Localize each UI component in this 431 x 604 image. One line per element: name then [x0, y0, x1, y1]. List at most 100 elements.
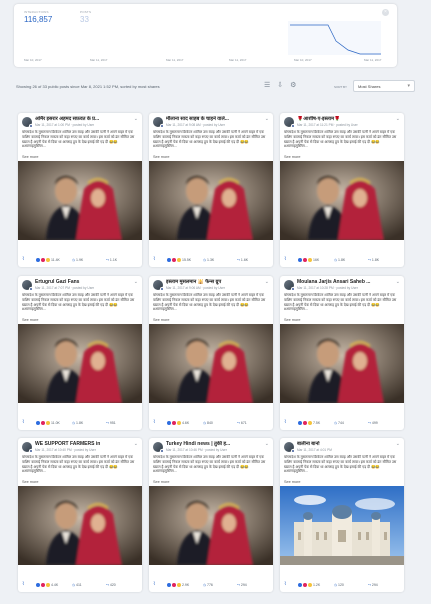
see-more-link[interactable]: See more	[153, 155, 169, 159]
trend-chart-icon: ⌇	[284, 581, 287, 587]
post-photo[interactable]	[18, 486, 142, 565]
verified-badge-icon	[160, 124, 164, 128]
page-name-link[interactable]: Turkey Hindi news | तुर्की ह...	[166, 441, 260, 447]
chevron-down-icon[interactable]: ⌄	[134, 279, 138, 285]
reactions-value: 15.5K	[182, 258, 192, 262]
posts-label: POSTS	[80, 10, 92, 14]
settings-icon[interactable]: ⚙	[290, 82, 296, 90]
post-timestamp: Mar 11, 2017 at 9:06 AM · posted by User	[166, 286, 225, 290]
shares-count: ↪ 294	[368, 583, 378, 587]
post-photo[interactable]	[280, 324, 404, 403]
post-photo[interactable]	[280, 161, 404, 240]
chevron-down-icon[interactable]: ⌄	[396, 441, 400, 447]
trend-chart-icon: ⌇	[284, 419, 287, 425]
post-timestamp: Mar 11, 2017 at 10:28 PM · posted by Use…	[297, 286, 358, 290]
page-name-link[interactable]: Ertugrul Gazi Fans	[35, 279, 129, 285]
post-card[interactable]: बालीना बानो Mar 11, 2017 at 4:01 PM ⌄ बा…	[280, 438, 404, 592]
trend-chart-icon: ⌇	[153, 581, 156, 587]
see-more-link[interactable]: See more	[22, 155, 38, 159]
summary-panel: INTERACTIONS 116,857 POSTS 33 × Mar 10, …	[14, 4, 397, 67]
post-photo[interactable]	[18, 324, 142, 403]
post-text: बांग्लादेश के मुसलमान क्रिकेटर शामिल उस …	[153, 455, 266, 474]
post-card[interactable]: 🌹आशीष-ए-इस्लाम🌹 Mar 11, 2017 at 11:21 PM…	[280, 113, 404, 267]
post-card[interactable]: ओमैर इसरार अहमद सफ़वत के प्र... Mar 11, …	[18, 113, 142, 267]
chevron-down-icon[interactable]: ⌄	[396, 279, 400, 285]
comments-value: 120	[338, 583, 344, 587]
verified-badge-icon	[160, 287, 164, 291]
chevron-down-icon[interactable]: ⌄	[265, 116, 269, 122]
download-icon[interactable]: ⇩	[277, 82, 283, 90]
reactions-count: 4.4K	[36, 583, 58, 587]
axis-date: Mar 10, 2017	[24, 58, 42, 62]
chevron-down-icon[interactable]: ⌄	[265, 279, 269, 285]
comments-count: ◷ 1.8K	[72, 421, 83, 425]
post-photo[interactable]	[149, 486, 273, 565]
chevron-down-icon[interactable]: ⌄	[134, 441, 138, 447]
page-name-link[interactable]: इस्लाम मुसलमान 🕌 फैन्स ग्रुप	[166, 279, 260, 285]
post-stats: ⌇ 16K ◷ 1.8K ↪ 1.8K	[284, 256, 400, 264]
like-reaction-icon	[36, 421, 40, 425]
shares-count: ↪ 1.8K	[368, 258, 379, 262]
chevron-down-icon[interactable]: ⌄	[134, 116, 138, 122]
axis-date: Mar 11, 2017	[90, 58, 108, 62]
see-more-link[interactable]: See more	[22, 480, 38, 484]
post-photo[interactable]	[149, 161, 273, 240]
sort-by-label: SORT BY	[334, 85, 348, 89]
page-name-link[interactable]: Moulana Jarjis Ansari Saheb ...	[297, 279, 391, 285]
post-text: बांग्लादेश के मुसलमान क्रिकेटर शामिल उस …	[22, 293, 135, 312]
shares-value: 951	[109, 421, 116, 425]
post-text: बांग्लादेश के मुसलमान क्रिकेटर शामिल उस …	[22, 455, 135, 474]
haha-reaction-icon	[308, 421, 312, 425]
sort-select[interactable]: Most Shares ▾	[353, 80, 415, 92]
axis-date: Mar 11, 2017	[229, 58, 247, 62]
comments-count: ◷ 1.8K	[334, 258, 345, 262]
post-card[interactable]: इस्लाम मुसलमान 🕌 फैन्स ग्रुप Mar 11, 201…	[149, 276, 273, 430]
trend-chart-icon: ⌇	[22, 419, 25, 425]
page-name-link[interactable]: मौलाना साद साहब के चाहने वाले...	[166, 116, 260, 122]
chevron-down-icon[interactable]: ⌄	[396, 116, 400, 122]
post-card[interactable]: WE SUPPORT FARMERS in Mar 11, 2017 at 10…	[18, 438, 142, 592]
close-icon[interactable]: ×	[382, 9, 389, 16]
post-timestamp: Mar 11, 2017 at 1:00 PM · posted by User	[35, 123, 95, 127]
see-more-link[interactable]: See more	[153, 480, 169, 484]
trend-chart-icon: ⌇	[284, 256, 287, 262]
love-reaction-icon	[172, 258, 176, 262]
see-more-link[interactable]: See more	[284, 155, 300, 159]
post-card[interactable]: मौलाना साद साहब के चाहने वाले... Mar 11,…	[149, 113, 273, 267]
love-reaction-icon	[41, 258, 45, 262]
page-name-link[interactable]: बालीना बानो	[297, 441, 391, 447]
page-name-link[interactable]: 🌹आशीष-ए-इस्लाम🌹	[297, 116, 391, 122]
comments-value: 744	[338, 421, 344, 425]
post-photo[interactable]	[18, 161, 142, 240]
comments-count: ◷ 411	[72, 583, 82, 587]
list-view-icon[interactable]: ☰	[264, 82, 270, 90]
post-photo-image	[18, 161, 142, 240]
shares-value: 499	[371, 421, 378, 425]
comments-value: 1.8K	[76, 421, 84, 425]
results-toolbar: Showing 26 of 33 public posts since Mar …	[16, 80, 415, 94]
comments-value: 840	[207, 421, 213, 425]
comments-value: 1.8K	[338, 258, 346, 262]
see-more-link[interactable]: See more	[153, 318, 169, 322]
post-card[interactable]: Ertugrul Gazi Fans Mar 11, 2017 at 7:07 …	[18, 276, 142, 430]
interactions-value: 116,857	[24, 15, 53, 24]
see-more-link[interactable]: See more	[284, 318, 300, 322]
post-photo[interactable]	[280, 486, 404, 565]
chevron-down-icon[interactable]: ⌄	[265, 441, 269, 447]
see-more-link[interactable]: See more	[22, 318, 38, 322]
post-text: बांग्लादेश के मुसलमान क्रिकेटर शामिल उस …	[153, 293, 266, 312]
post-photo[interactable]	[149, 324, 273, 403]
post-photo-image	[149, 324, 273, 403]
page-name-link[interactable]: WE SUPPORT FARMERS in	[35, 441, 129, 447]
page-name-link[interactable]: ओमैर इसरार अहमद सफ़वत के प्र...	[35, 116, 129, 122]
reactions-count: 15.5K	[167, 258, 191, 262]
trend-chart-icon: ⌇	[22, 581, 25, 587]
post-card[interactable]: Moulana Jarjis Ansari Saheb ... Mar 11, …	[280, 276, 404, 430]
see-more-link[interactable]: See more	[284, 480, 300, 484]
comments-value: 776	[207, 583, 213, 587]
love-reaction-icon	[172, 583, 176, 587]
shares-value: 1.1K	[109, 258, 118, 262]
haha-reaction-icon	[177, 258, 181, 262]
post-card[interactable]: Turkey Hindi news | तुर्की ह... Mar 11, …	[149, 438, 273, 592]
verified-badge-icon	[29, 449, 33, 453]
